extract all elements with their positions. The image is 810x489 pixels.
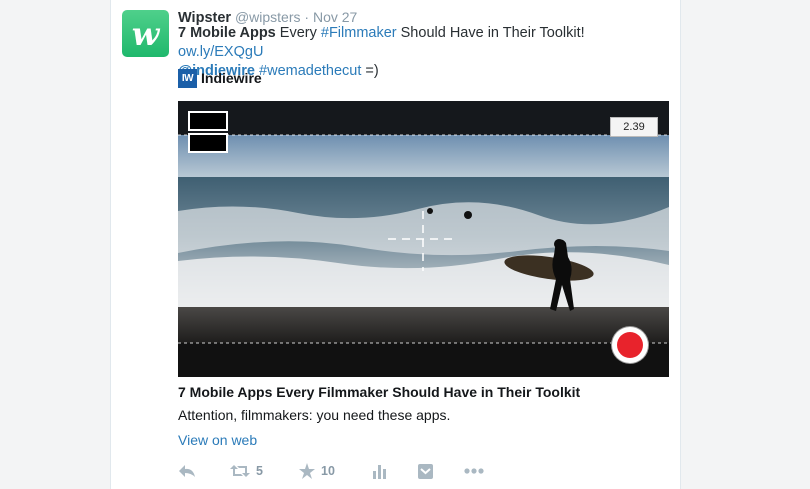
tweet-text-bold: 7 Mobile Apps — [178, 25, 276, 41]
card-source[interactable]: IW Indiewire — [178, 68, 262, 88]
separator-dot: · — [304, 9, 310, 25]
analytics-icon — [373, 465, 386, 479]
indiewire-logo: IW — [178, 68, 197, 88]
logo-text: IW — [181, 72, 194, 84]
source-name: Indiewire — [201, 70, 262, 86]
tweet-card: w Wipster @wipsters · Nov 27 7 Mobile Ap… — [110, 0, 681, 489]
more-icon — [464, 468, 484, 474]
embed-button[interactable] — [418, 461, 433, 481]
tweet-actions: 5 10 — [178, 461, 673, 481]
favorite-button[interactable]: 10 — [299, 461, 335, 481]
tweet-text-part: Should Have in Their Toolkit! — [396, 25, 585, 41]
reply-button[interactable] — [178, 461, 196, 481]
timestamp[interactable]: Nov 27 — [313, 9, 357, 25]
card-image[interactable]: 2.39 — [178, 101, 669, 377]
hashtag-link[interactable]: #Filmmaker — [321, 25, 397, 41]
timer-readout: 2.39 — [610, 117, 658, 137]
view-on-web-link[interactable]: View on web — [178, 432, 257, 448]
reply-icon — [179, 465, 195, 477]
card-title[interactable]: 7 Mobile Apps Every Filmmaker Should Hav… — [178, 384, 673, 400]
more-button[interactable] — [464, 461, 484, 481]
favorite-count: 10 — [321, 464, 335, 478]
avatar[interactable]: w — [122, 10, 169, 57]
author-handle[interactable]: @wipsters — [235, 9, 301, 25]
tweet-text-part: Every — [275, 25, 321, 41]
menu-bars-icon[interactable] — [188, 111, 228, 153]
card-description: Attention, filmmakers: you need these ap… — [178, 407, 451, 423]
record-button[interactable] — [612, 327, 648, 363]
retweet-icon — [230, 465, 250, 477]
avatar-letter: w — [131, 14, 160, 53]
embed-icon — [418, 463, 433, 479]
retweet-count: 5 — [256, 464, 263, 478]
record-icon — [617, 332, 643, 358]
url-link[interactable]: ow.ly/EXQgU — [178, 44, 263, 60]
tweet-text-end: =) — [361, 63, 379, 79]
analytics-button[interactable] — [373, 461, 387, 481]
beach-surfer-image — [178, 101, 669, 377]
retweet-button[interactable]: 5 — [230, 461, 263, 481]
favorite-star-icon — [299, 463, 315, 479]
hashtag-link[interactable]: #wemadethecut — [259, 63, 361, 79]
